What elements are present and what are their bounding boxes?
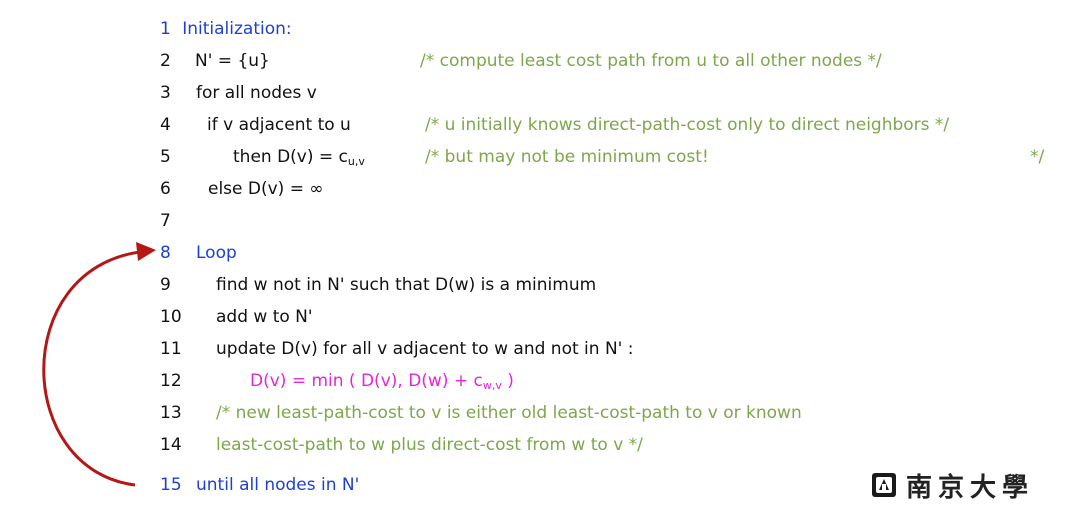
line-text: add w to N' bbox=[216, 307, 313, 327]
line-number: 13 bbox=[160, 403, 182, 423]
line-text: D(v) = min ( D(v), D(w) + cw,v ) bbox=[250, 371, 514, 392]
line-text: least-cost-path to w plus direct-cost fr… bbox=[216, 435, 643, 455]
code-line-1: 1 Initialization: bbox=[160, 18, 292, 40]
university-logo: 南京大學 bbox=[870, 468, 1035, 503]
line-text: Initialization: bbox=[182, 19, 292, 39]
line-number: 12 bbox=[160, 371, 182, 391]
line-number: 15 bbox=[160, 475, 182, 495]
line-text: if v adjacent to u bbox=[207, 115, 351, 135]
line-number: 8 bbox=[160, 243, 171, 263]
line-text: find w not in N' such that D(w) is a min… bbox=[216, 275, 597, 295]
line-comment: /* compute least cost path from u to all… bbox=[420, 51, 882, 71]
line-text: Loop bbox=[196, 243, 237, 263]
line-text: N' = {u} bbox=[195, 51, 270, 71]
line-number: 10 bbox=[160, 307, 182, 327]
university-seal-icon bbox=[872, 473, 896, 497]
line-number: 9 bbox=[160, 275, 171, 295]
line-number: 5 bbox=[160, 147, 171, 167]
line-number: 14 bbox=[160, 435, 182, 455]
line-number: 11 bbox=[160, 339, 182, 359]
line-text: else D(v) = ∞ bbox=[208, 179, 324, 199]
line-number: 4 bbox=[160, 115, 171, 135]
line-number: 3 bbox=[160, 83, 171, 103]
line-number: 7 bbox=[160, 211, 171, 231]
line-comment: /* u initially knows direct-path-cost on… bbox=[425, 115, 950, 135]
line-text: until all nodes in N' bbox=[196, 475, 360, 495]
line-text: update D(v) for all v adjacent to w and … bbox=[216, 339, 634, 359]
line-number: 6 bbox=[160, 179, 171, 199]
university-name: 南京大學 bbox=[906, 472, 1035, 503]
line-number: 2 bbox=[160, 51, 171, 71]
line-comment-end: */ bbox=[1030, 147, 1045, 167]
line-text: then D(v) = cu,v bbox=[233, 147, 365, 168]
line-text: for all nodes v bbox=[196, 83, 317, 103]
line-number: 1 bbox=[160, 19, 171, 39]
line-text: /* new least-path-cost to v is either ol… bbox=[216, 403, 802, 423]
line-comment: /* but may not be minimum cost! bbox=[425, 147, 709, 167]
